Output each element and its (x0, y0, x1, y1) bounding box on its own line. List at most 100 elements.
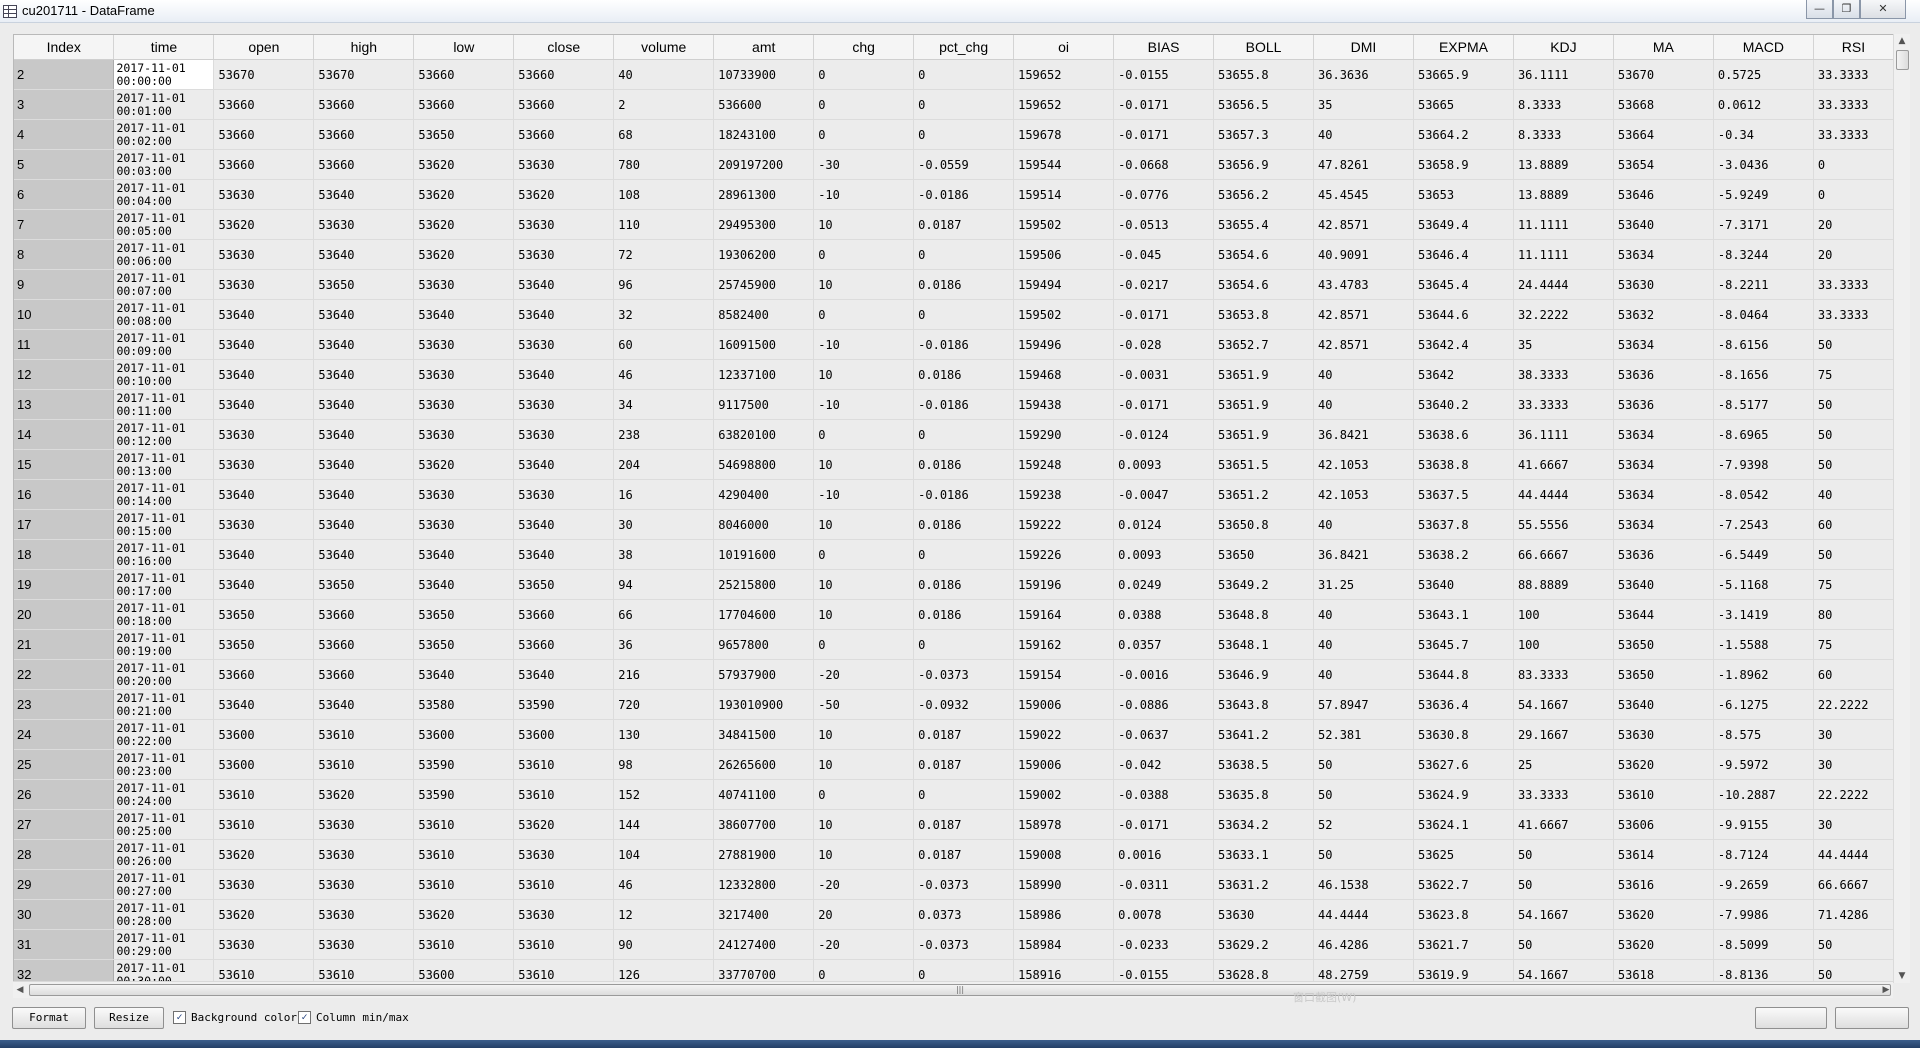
cell-macd[interactable]: -8.2211 (1713, 269, 1814, 300)
cell-chg[interactable]: -10 (813, 479, 915, 510)
cell-chg[interactable]: 10 (813, 599, 915, 630)
cell-time[interactable]: 2017-11-01 00:07:00 (113, 269, 215, 300)
cell-boll[interactable]: 53629.2 (1213, 929, 1315, 960)
cell-macd[interactable]: -0.34 (1713, 119, 1814, 150)
cell-volume[interactable]: 130 (613, 719, 715, 750)
cell-oi[interactable]: 158916 (1013, 959, 1115, 982)
cell-rsi[interactable]: 33.3333 (1813, 59, 1894, 90)
cell-pct_chg[interactable]: -0.0186 (913, 329, 1015, 360)
row-index[interactable]: 26 (14, 779, 115, 810)
cell-rsi[interactable]: 75 (1813, 359, 1894, 390)
cell-oi[interactable]: 159226 (1013, 539, 1115, 570)
cell-expma[interactable]: 53621.7 (1413, 929, 1514, 960)
cell-time[interactable]: 2017-11-01 00:06:00 (113, 239, 215, 270)
cell-close[interactable]: 53660 (513, 89, 615, 120)
cell-low[interactable]: 53630 (413, 479, 515, 510)
cell-close[interactable]: 53640 (513, 449, 615, 480)
cell-low[interactable]: 53630 (413, 509, 515, 540)
cell-dmi[interactable]: 40 (1313, 359, 1414, 390)
cell-bias[interactable]: -0.0311 (1113, 869, 1215, 900)
cell-rsi[interactable]: 30 (1813, 809, 1894, 840)
cell-volume[interactable]: 60 (613, 329, 715, 360)
cell-pct_chg[interactable]: 0 (913, 629, 1015, 660)
cell-amt[interactable]: 28961300 (713, 179, 815, 210)
cell-pct_chg[interactable]: 0.0186 (913, 449, 1015, 480)
cell-oi[interactable]: 159154 (1013, 659, 1115, 690)
cell-expma[interactable]: 53638.8 (1413, 449, 1514, 480)
cell-oi[interactable]: 159652 (1013, 59, 1115, 90)
cell-pct_chg[interactable]: 0 (913, 89, 1015, 120)
cell-macd[interactable]: -9.9155 (1713, 809, 1814, 840)
cell-kdj[interactable]: 38.3333 (1513, 359, 1614, 390)
cell-boll[interactable]: 53634.2 (1213, 809, 1315, 840)
cell-bias[interactable]: -0.045 (1113, 239, 1215, 270)
cell-boll[interactable]: 53653.8 (1213, 299, 1315, 330)
cell-amt[interactable]: 29495300 (713, 209, 815, 240)
cell-bias[interactable]: -0.0668 (1113, 149, 1215, 180)
cell-expma[interactable]: 53640.2 (1413, 389, 1514, 420)
cell-dmi[interactable]: 40 (1313, 389, 1414, 420)
row-index[interactable]: 7 (14, 209, 115, 240)
cell-dmi[interactable]: 36.8421 (1313, 539, 1414, 570)
cell-time[interactable]: 2017-11-01 00:00:00 (113, 59, 215, 90)
cell-close[interactable]: 53660 (513, 119, 615, 150)
cell-low[interactable]: 53640 (413, 299, 515, 330)
cell-time[interactable]: 2017-11-01 00:25:00 (113, 809, 215, 840)
cell-kdj[interactable]: 44.4444 (1513, 479, 1614, 510)
cell-oi[interactable]: 158990 (1013, 869, 1115, 900)
cell-oi[interactable]: 159678 (1013, 119, 1115, 150)
cell-boll[interactable]: 53651.9 (1213, 389, 1315, 420)
row-index[interactable]: 24 (14, 719, 115, 750)
cell-volume[interactable]: 12 (613, 899, 715, 930)
cell-boll[interactable]: 53648.8 (1213, 599, 1315, 630)
cell-volume[interactable]: 38 (613, 539, 715, 570)
cell-low[interactable]: 53610 (413, 809, 515, 840)
row-index[interactable]: 31 (14, 929, 115, 960)
cell-bias[interactable]: 0.0357 (1113, 629, 1215, 660)
cell-low[interactable]: 53590 (413, 749, 515, 780)
column-header-boll[interactable]: BOLL (1213, 35, 1315, 60)
cell-dmi[interactable]: 36.3636 (1313, 59, 1414, 90)
cell-time[interactable]: 2017-11-01 00:02:00 (113, 119, 215, 150)
cell-low[interactable]: 53630 (413, 269, 515, 300)
cell-kdj[interactable]: 88.8889 (1513, 569, 1614, 600)
cell-rsi[interactable]: 22.2222 (1813, 689, 1894, 720)
cell-rsi[interactable]: 50 (1813, 959, 1894, 982)
cell-boll[interactable]: 53633.1 (1213, 839, 1315, 870)
cell-low[interactable]: 53610 (413, 869, 515, 900)
cell-volume[interactable]: 40 (613, 59, 715, 90)
cell-close[interactable]: 53610 (513, 779, 615, 810)
cell-kdj[interactable]: 54.1667 (1513, 689, 1614, 720)
cell-ma[interactable]: 53618 (1613, 959, 1714, 982)
cell-close[interactable]: 53610 (513, 929, 615, 960)
cell-ma[interactable]: 53620 (1613, 929, 1714, 960)
cell-macd[interactable]: -5.9249 (1713, 179, 1814, 210)
cell-volume[interactable]: 110 (613, 209, 715, 240)
cell-ma[interactable]: 53634 (1613, 509, 1714, 540)
cell-close[interactable]: 53630 (513, 899, 615, 930)
cell-open[interactable]: 53610 (213, 779, 315, 810)
column-minmax-checkbox[interactable]: ✓ Column min/max (298, 1011, 409, 1024)
cell-chg[interactable]: 0 (813, 629, 915, 660)
scroll-down-icon[interactable]: ▼ (1894, 969, 1910, 983)
cell-chg[interactable]: 0 (813, 119, 915, 150)
cell-chg[interactable]: 10 (813, 359, 915, 390)
cell-pct_chg[interactable]: 0.0187 (913, 749, 1015, 780)
cell-oi[interactable]: 158978 (1013, 809, 1115, 840)
cell-dmi[interactable]: 44.4444 (1313, 899, 1414, 930)
cell-volume[interactable]: 68 (613, 119, 715, 150)
cell-bias[interactable]: -0.0637 (1113, 719, 1215, 750)
cell-bias[interactable]: 0.0093 (1113, 449, 1215, 480)
cell-macd[interactable]: -6.5449 (1713, 539, 1814, 570)
cell-open[interactable]: 53600 (213, 749, 315, 780)
cell-open[interactable]: 53610 (213, 809, 315, 840)
cell-low[interactable]: 53620 (413, 449, 515, 480)
cell-boll[interactable]: 53656.5 (1213, 89, 1315, 120)
cell-open[interactable]: 53650 (213, 629, 315, 660)
cell-rsi[interactable]: 30 (1813, 719, 1894, 750)
cell-low[interactable]: 53620 (413, 239, 515, 270)
cell-low[interactable]: 53640 (413, 659, 515, 690)
cell-close[interactable]: 53620 (513, 179, 615, 210)
cell-open[interactable]: 53660 (213, 89, 315, 120)
cell-macd[interactable]: -8.1656 (1713, 359, 1814, 390)
